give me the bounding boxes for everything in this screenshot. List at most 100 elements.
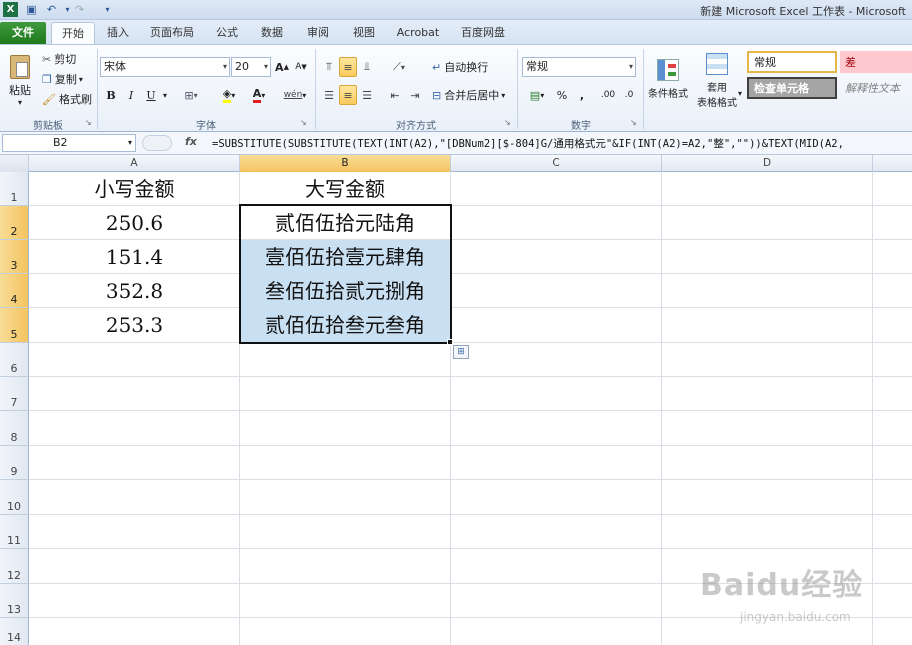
- align-top-icon[interactable]: ⫪: [320, 57, 338, 77]
- phonetic-guide-button[interactable]: wén ▾: [282, 85, 308, 105]
- cell-a1[interactable]: 小写金额: [30, 172, 239, 205]
- insert-function-icon[interactable]: fx: [185, 135, 197, 148]
- increase-font-icon[interactable]: A ▲: [274, 57, 290, 77]
- cell-b4[interactable]: 叁佰伍拾贰元捌角: [240, 274, 450, 307]
- italic-button[interactable]: I: [122, 85, 140, 105]
- merge-center-button[interactable]: ⊟ 合并后居中 ▾: [432, 85, 505, 105]
- column-header-c[interactable]: C: [451, 155, 662, 172]
- tab-view[interactable]: 视图: [344, 22, 384, 44]
- underline-button[interactable]: U: [142, 85, 160, 105]
- alignment-launcher-icon[interactable]: ↘: [504, 118, 511, 127]
- orientation-icon[interactable]: ⟋ ▾: [386, 57, 412, 77]
- wrap-text-icon: ↵: [432, 60, 442, 74]
- tab-page-layout[interactable]: 页面布局: [142, 22, 202, 44]
- cell-a3[interactable]: 151.4: [30, 240, 239, 273]
- font-name-select[interactable]: 宋体 ▾: [100, 57, 230, 77]
- align-middle-icon[interactable]: ≡: [339, 57, 357, 77]
- title-bar: X ▣ ↶ ▾ ↷ ▾ 新建 Microsoft Excel 工作表 - Mic…: [0, 0, 912, 20]
- format-painter-button[interactable]: 🖌 格式刷: [42, 91, 92, 107]
- copy-button[interactable]: ❐ 复制 ▾: [42, 71, 83, 87]
- cut-button[interactable]: ✂ 剪切: [42, 51, 76, 67]
- row-header-3[interactable]: 3: [0, 240, 29, 274]
- column-header-b[interactable]: B: [240, 155, 451, 172]
- column-header-d[interactable]: D: [662, 155, 873, 172]
- font-color-icon[interactable]: A ▾: [246, 85, 272, 105]
- increase-decimal-button[interactable]: .00: [598, 85, 618, 105]
- paste-button[interactable]: 粘贴 ▾: [4, 49, 36, 113]
- comma-button[interactable]: ,: [574, 85, 590, 105]
- style-bad[interactable]: 差: [840, 51, 912, 73]
- row-header-13[interactable]: 13: [0, 584, 29, 618]
- wrap-text-button[interactable]: ↵ 自动换行: [432, 57, 488, 77]
- save-icon[interactable]: ▣: [24, 2, 39, 17]
- style-normal[interactable]: 常规: [747, 51, 837, 73]
- number-launcher-icon[interactable]: ↘: [630, 118, 637, 127]
- name-box[interactable]: B2 ▾: [2, 134, 136, 152]
- tab-review[interactable]: 审阅: [298, 22, 338, 44]
- row-header-2[interactable]: 2: [0, 206, 29, 240]
- row-header-6[interactable]: 6: [0, 343, 29, 377]
- increase-decimal-label: .00: [600, 90, 616, 100]
- style-check-cell[interactable]: 检查单元格: [747, 77, 837, 99]
- auto-fill-options-icon[interactable]: ⊞: [453, 345, 469, 359]
- tab-acrobat[interactable]: Acrobat: [390, 22, 446, 44]
- tab-home[interactable]: 开始: [51, 22, 95, 44]
- column-header-a[interactable]: A: [29, 155, 240, 172]
- chevron-down-icon: ▾: [263, 62, 268, 71]
- row-header-14[interactable]: 14: [0, 618, 29, 645]
- decrease-font-icon[interactable]: A ▼: [293, 57, 309, 77]
- increase-indent-icon[interactable]: ⇥: [406, 85, 424, 105]
- style-explanatory[interactable]: 解释性文本: [840, 77, 912, 99]
- customize-toolbar-icon[interactable]: ▾: [100, 2, 115, 17]
- bold-button[interactable]: B: [102, 85, 120, 105]
- conditional-format-button[interactable]: 条件格式: [646, 49, 690, 109]
- font-size-select[interactable]: 20 ▾: [231, 57, 271, 77]
- cell-b1[interactable]: 大写金额: [240, 172, 450, 205]
- align-bottom-icon[interactable]: ⫫: [358, 57, 376, 77]
- decrease-indent-icon[interactable]: ⇤: [386, 85, 404, 105]
- cell-b2[interactable]: 贰佰伍拾元陆角: [240, 206, 450, 239]
- row-header-4[interactable]: 4: [0, 274, 29, 308]
- formula-input[interactable]: =SUBSTITUTE(SUBSTITUTE(TEXT(INT(A2),"[DB…: [212, 136, 912, 151]
- align-center-icon[interactable]: ≡: [339, 85, 357, 105]
- font-group-label: 字体: [196, 121, 216, 132]
- cell-b3[interactable]: 壹佰伍拾壹元肆角: [240, 240, 450, 273]
- accounting-format-icon[interactable]: ▤ ▾: [524, 85, 550, 105]
- align-right-icon[interactable]: ☰: [358, 85, 376, 105]
- number-format-select[interactable]: 常规 ▾: [522, 57, 636, 77]
- cell-a2[interactable]: 250.6: [30, 206, 239, 239]
- row-header-12[interactable]: 12: [0, 549, 29, 584]
- format-as-table-dropdown-icon[interactable]: ▾: [738, 89, 742, 98]
- underline-dropdown-icon[interactable]: ▾: [160, 85, 170, 105]
- formula-bar-splitter[interactable]: [142, 135, 172, 151]
- tab-data[interactable]: 数据: [252, 22, 292, 44]
- row-header-8[interactable]: 8: [0, 411, 29, 446]
- decrease-decimal-icon[interactable]: .0: [620, 85, 638, 105]
- tab-formulas[interactable]: 公式: [208, 22, 246, 44]
- cell-a5[interactable]: 253.3: [30, 308, 239, 342]
- align-left-icon[interactable]: ☰: [320, 85, 338, 105]
- row-header-10[interactable]: 10: [0, 480, 29, 515]
- redo-icon[interactable]: ↷: [72, 2, 87, 17]
- row-header-5[interactable]: 5: [0, 308, 29, 343]
- percent-button[interactable]: %: [554, 85, 570, 105]
- clipboard-launcher-icon[interactable]: ↘: [85, 118, 92, 127]
- scissors-icon: ✂: [42, 52, 52, 66]
- font-launcher-icon[interactable]: ↘: [300, 118, 307, 127]
- tab-baidu-netdisk[interactable]: 百度网盘: [452, 22, 514, 44]
- column-header-e[interactable]: [873, 155, 912, 172]
- row-header-7[interactable]: 7: [0, 377, 29, 411]
- select-all-corner[interactable]: [0, 155, 29, 172]
- format-as-table-button[interactable]: 套用 表格格式: [692, 49, 742, 113]
- borders-icon[interactable]: ⊞ ▾: [178, 85, 204, 105]
- row-header-1[interactable]: 1: [0, 172, 29, 206]
- fill-color-icon[interactable]: ◈ ▾: [216, 85, 242, 105]
- row-header-11[interactable]: 11: [0, 515, 29, 549]
- tab-insert[interactable]: 插入: [100, 22, 136, 44]
- tab-file[interactable]: 文件: [0, 22, 46, 44]
- row-header-9[interactable]: 9: [0, 446, 29, 480]
- ribbon: 粘贴 ▾ ✂ 剪切 ❐ 复制 ▾ 🖌 格式刷 剪贴板 ↘ 宋体 ▾ 20 ▾ A ▲ A ▼ B…: [0, 44, 912, 132]
- undo-icon[interactable]: ↶: [44, 2, 59, 17]
- cell-b5[interactable]: 贰佰伍拾叁元叁角: [240, 308, 450, 342]
- cell-a4[interactable]: 352.8: [30, 274, 239, 307]
